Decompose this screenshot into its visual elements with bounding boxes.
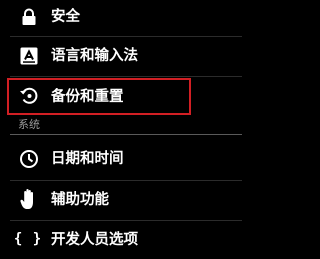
settings-item-label: 日期和时间	[51, 151, 124, 167]
settings-item-label: 辅助功能	[51, 192, 109, 208]
settings-item-security[interactable]: 安全	[0, 0, 252, 38]
settings-item-label: 语言和输入法	[51, 48, 138, 64]
settings-item-label: 开发人员选项	[51, 232, 138, 248]
section-header-system: 系统	[18, 118, 40, 131]
settings-item-label: 备份和重置	[51, 89, 124, 105]
settings-item-backup-reset[interactable]: 备份和重置	[0, 78, 252, 116]
settings-item-label: 安全	[51, 9, 80, 25]
settings-item-accessibility[interactable]: 辅助功能	[0, 181, 252, 219]
clock-icon	[19, 149, 39, 169]
settings-item-developer-options[interactable]: { } 开发人员选项	[0, 221, 252, 259]
settings-item-language[interactable]: 语言和输入法	[0, 37, 252, 75]
settings-item-date-time[interactable]: 日期和时间	[0, 139, 252, 177]
section-divider	[10, 134, 242, 135]
backup-restore-icon	[19, 86, 39, 106]
keyboard-a-icon	[19, 46, 39, 66]
braces-icon: { }	[13, 231, 43, 247]
divider	[10, 76, 242, 77]
hand-icon	[19, 188, 39, 209]
settings-list: 安全 语言和输入法 备份和重置 系统 日期和时间 辅助功能 {} 开发人员选项	[0, 0, 252, 259]
lock-icon	[19, 7, 39, 27]
